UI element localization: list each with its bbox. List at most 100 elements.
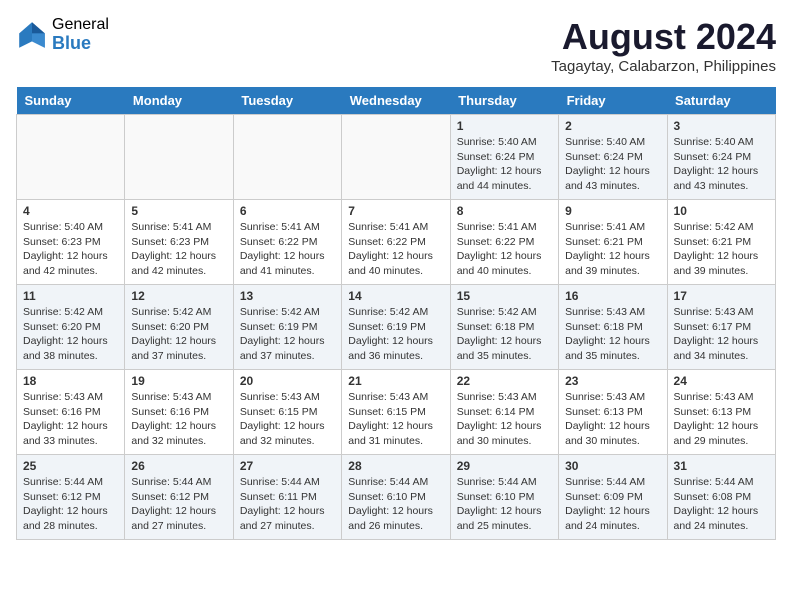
calendar-header-row: SundayMondayTuesdayWednesdayThursdayFrid… xyxy=(17,87,776,115)
title-section: August 2024 Tagaytay, Calabarzon, Philip… xyxy=(551,16,776,75)
day-content: Sunrise: 5:44 AM Sunset: 6:12 PM Dayligh… xyxy=(131,475,226,534)
day-content: Sunrise: 5:43 AM Sunset: 6:15 PM Dayligh… xyxy=(348,390,443,449)
day-content: Sunrise: 5:43 AM Sunset: 6:16 PM Dayligh… xyxy=(23,390,118,449)
calendar-day-cell: 19Sunrise: 5:43 AM Sunset: 6:16 PM Dayli… xyxy=(125,370,233,455)
day-number: 31 xyxy=(674,459,769,473)
day-content: Sunrise: 5:40 AM Sunset: 6:24 PM Dayligh… xyxy=(565,135,660,194)
day-content: Sunrise: 5:43 AM Sunset: 6:18 PM Dayligh… xyxy=(565,305,660,364)
day-number: 1 xyxy=(457,119,552,133)
day-content: Sunrise: 5:44 AM Sunset: 6:08 PM Dayligh… xyxy=(674,475,769,534)
day-content: Sunrise: 5:43 AM Sunset: 6:15 PM Dayligh… xyxy=(240,390,335,449)
calendar-day-cell: 16 Sunrise: 5:43 AM Sunset: 6:18 PM Dayli… xyxy=(559,285,667,370)
calendar-day-cell: 28Sunrise: 5:44 AM Sunset: 6:10 PM Dayli… xyxy=(342,455,450,540)
day-number: 27 xyxy=(240,459,335,473)
calendar-empty-cell xyxy=(17,115,125,200)
day-number: 8 xyxy=(457,204,552,218)
day-content: Sunrise: 5:44 AM Sunset: 6:11 PM Dayligh… xyxy=(240,475,335,534)
day-number: 19 xyxy=(131,374,226,388)
calendar-week-row: 25 Sunrise: 5:44 AM Sunset: 6:12 PM Dayli… xyxy=(17,455,776,540)
day-number: 10 xyxy=(674,204,769,218)
calendar-day-cell: 18 Sunrise: 5:43 AM Sunset: 6:16 PM Dayli… xyxy=(17,370,125,455)
day-number: 30 xyxy=(565,459,660,473)
day-content: Sunrise: 5:44 AM Sunset: 6:12 PM Dayligh… xyxy=(23,475,118,534)
page-header: General Blue August 2024 Tagaytay, Calab… xyxy=(16,16,776,75)
day-content: Sunrise: 5:42 AM Sunset: 6:19 PM Dayligh… xyxy=(348,305,443,364)
calendar-day-cell: 3 Sunrise: 5:40 AM Sunset: 6:24 PM Daylig… xyxy=(667,115,775,200)
day-content: Sunrise: 5:43 AM Sunset: 6:17 PM Dayligh… xyxy=(674,305,769,364)
calendar-day-cell: 7Sunrise: 5:41 AM Sunset: 6:22 PM Daylig… xyxy=(342,200,450,285)
day-content: Sunrise: 5:44 AM Sunset: 6:10 PM Dayligh… xyxy=(348,475,443,534)
calendar-day-cell: 25 Sunrise: 5:44 AM Sunset: 6:12 PM Dayli… xyxy=(17,455,125,540)
day-content: Sunrise: 5:43 AM Sunset: 6:13 PM Dayligh… xyxy=(674,390,769,449)
day-number: 12 xyxy=(131,289,226,303)
calendar-day-cell: 20 Sunrise: 5:43 AM Sunset: 6:15 PM Dayli… xyxy=(233,370,341,455)
logo-general: General xyxy=(52,16,109,34)
day-number: 24 xyxy=(674,374,769,388)
day-number: 16 xyxy=(565,289,660,303)
calendar-day-cell: 10 Sunrise: 5:42 AM Sunset: 6:21 PM Dayli… xyxy=(667,200,775,285)
day-number: 7 xyxy=(348,204,443,218)
calendar-day-cell: 26 Sunrise: 5:44 AM Sunset: 6:12 PM Dayli… xyxy=(125,455,233,540)
location-subtitle: Tagaytay, Calabarzon, Philippines xyxy=(551,58,776,75)
day-number: 17 xyxy=(674,289,769,303)
calendar-day-cell: 24 Sunrise: 5:43 AM Sunset: 6:13 PM Dayli… xyxy=(667,370,775,455)
day-content: Sunrise: 5:42 AM Sunset: 6:21 PM Dayligh… xyxy=(674,220,769,279)
day-content: Sunrise: 5:43 AM Sunset: 6:13 PM Dayligh… xyxy=(565,390,660,449)
logo-text: General Blue xyxy=(52,16,109,53)
day-number: 21 xyxy=(348,374,443,388)
calendar-day-cell: 1 Sunrise: 5:40 AM Sunset: 6:24 PM Daylig… xyxy=(450,115,558,200)
calendar-day-cell: 12 Sunrise: 5:42 AM Sunset: 6:20 PM Dayli… xyxy=(125,285,233,370)
calendar-week-row: 1 Sunrise: 5:40 AM Sunset: 6:24 PM Daylig… xyxy=(17,115,776,200)
day-number: 6 xyxy=(240,204,335,218)
logo-icon xyxy=(16,19,48,51)
day-content: Sunrise: 5:42 AM Sunset: 6:20 PM Dayligh… xyxy=(23,305,118,364)
day-number: 29 xyxy=(457,459,552,473)
day-content: Sunrise: 5:40 AM Sunset: 6:24 PM Dayligh… xyxy=(457,135,552,194)
calendar-day-cell: 4Sunrise: 5:40 AM Sunset: 6:23 PM Daylig… xyxy=(17,200,125,285)
day-number: 15 xyxy=(457,289,552,303)
day-number: 26 xyxy=(131,459,226,473)
day-header-thursday: Thursday xyxy=(450,87,558,115)
day-content: Sunrise: 5:44 AM Sunset: 6:10 PM Dayligh… xyxy=(457,475,552,534)
day-number: 20 xyxy=(240,374,335,388)
day-header-saturday: Saturday xyxy=(667,87,775,115)
calendar-empty-cell xyxy=(233,115,341,200)
day-content: Sunrise: 5:42 AM Sunset: 6:19 PM Dayligh… xyxy=(240,305,335,364)
day-content: Sunrise: 5:40 AM Sunset: 6:23 PM Dayligh… xyxy=(23,220,118,279)
month-year-title: August 2024 xyxy=(551,16,776,58)
day-number: 18 xyxy=(23,374,118,388)
day-number: 25 xyxy=(23,459,118,473)
calendar-week-row: 4Sunrise: 5:40 AM Sunset: 6:23 PM Daylig… xyxy=(17,200,776,285)
day-content: Sunrise: 5:42 AM Sunset: 6:20 PM Dayligh… xyxy=(131,305,226,364)
calendar-table: SundayMondayTuesdayWednesdayThursdayFrid… xyxy=(16,87,776,540)
day-content: Sunrise: 5:40 AM Sunset: 6:24 PM Dayligh… xyxy=(674,135,769,194)
calendar-week-row: 11 Sunrise: 5:42 AM Sunset: 6:20 PM Dayli… xyxy=(17,285,776,370)
calendar-day-cell: 11 Sunrise: 5:42 AM Sunset: 6:20 PM Dayli… xyxy=(17,285,125,370)
day-number: 11 xyxy=(23,289,118,303)
calendar-week-row: 18 Sunrise: 5:43 AM Sunset: 6:16 PM Dayli… xyxy=(17,370,776,455)
day-number: 3 xyxy=(674,119,769,133)
logo-blue: Blue xyxy=(52,34,109,54)
calendar-day-cell: 22Sunrise: 5:43 AM Sunset: 6:14 PM Dayli… xyxy=(450,370,558,455)
day-number: 23 xyxy=(565,374,660,388)
calendar-day-cell: 30 Sunrise: 5:44 AM Sunset: 6:09 PM Dayli… xyxy=(559,455,667,540)
calendar-day-cell: 15 Sunrise: 5:42 AM Sunset: 6:18 PM Dayli… xyxy=(450,285,558,370)
day-number: 5 xyxy=(131,204,226,218)
day-content: Sunrise: 5:44 AM Sunset: 6:09 PM Dayligh… xyxy=(565,475,660,534)
day-content: Sunrise: 5:42 AM Sunset: 6:18 PM Dayligh… xyxy=(457,305,552,364)
day-number: 14 xyxy=(348,289,443,303)
calendar-day-cell: 27 Sunrise: 5:44 AM Sunset: 6:11 PM Dayli… xyxy=(233,455,341,540)
calendar-day-cell: 21 Sunrise: 5:43 AM Sunset: 6:15 PM Dayli… xyxy=(342,370,450,455)
day-number: 9 xyxy=(565,204,660,218)
calendar-day-cell: 5Sunrise: 5:41 AM Sunset: 6:23 PM Daylig… xyxy=(125,200,233,285)
day-content: Sunrise: 5:41 AM Sunset: 6:21 PM Dayligh… xyxy=(565,220,660,279)
day-header-wednesday: Wednesday xyxy=(342,87,450,115)
day-header-tuesday: Tuesday xyxy=(233,87,341,115)
calendar-day-cell: 14 Sunrise: 5:42 AM Sunset: 6:19 PM Dayli… xyxy=(342,285,450,370)
calendar-day-cell: 2Sunrise: 5:40 AM Sunset: 6:24 PM Daylig… xyxy=(559,115,667,200)
calendar-day-cell: 17 Sunrise: 5:43 AM Sunset: 6:17 PM Dayli… xyxy=(667,285,775,370)
calendar-day-cell: 13Sunrise: 5:42 AM Sunset: 6:19 PM Dayli… xyxy=(233,285,341,370)
day-header-friday: Friday xyxy=(559,87,667,115)
calendar-day-cell: 8Sunrise: 5:41 AM Sunset: 6:22 PM Daylig… xyxy=(450,200,558,285)
calendar-empty-cell xyxy=(125,115,233,200)
